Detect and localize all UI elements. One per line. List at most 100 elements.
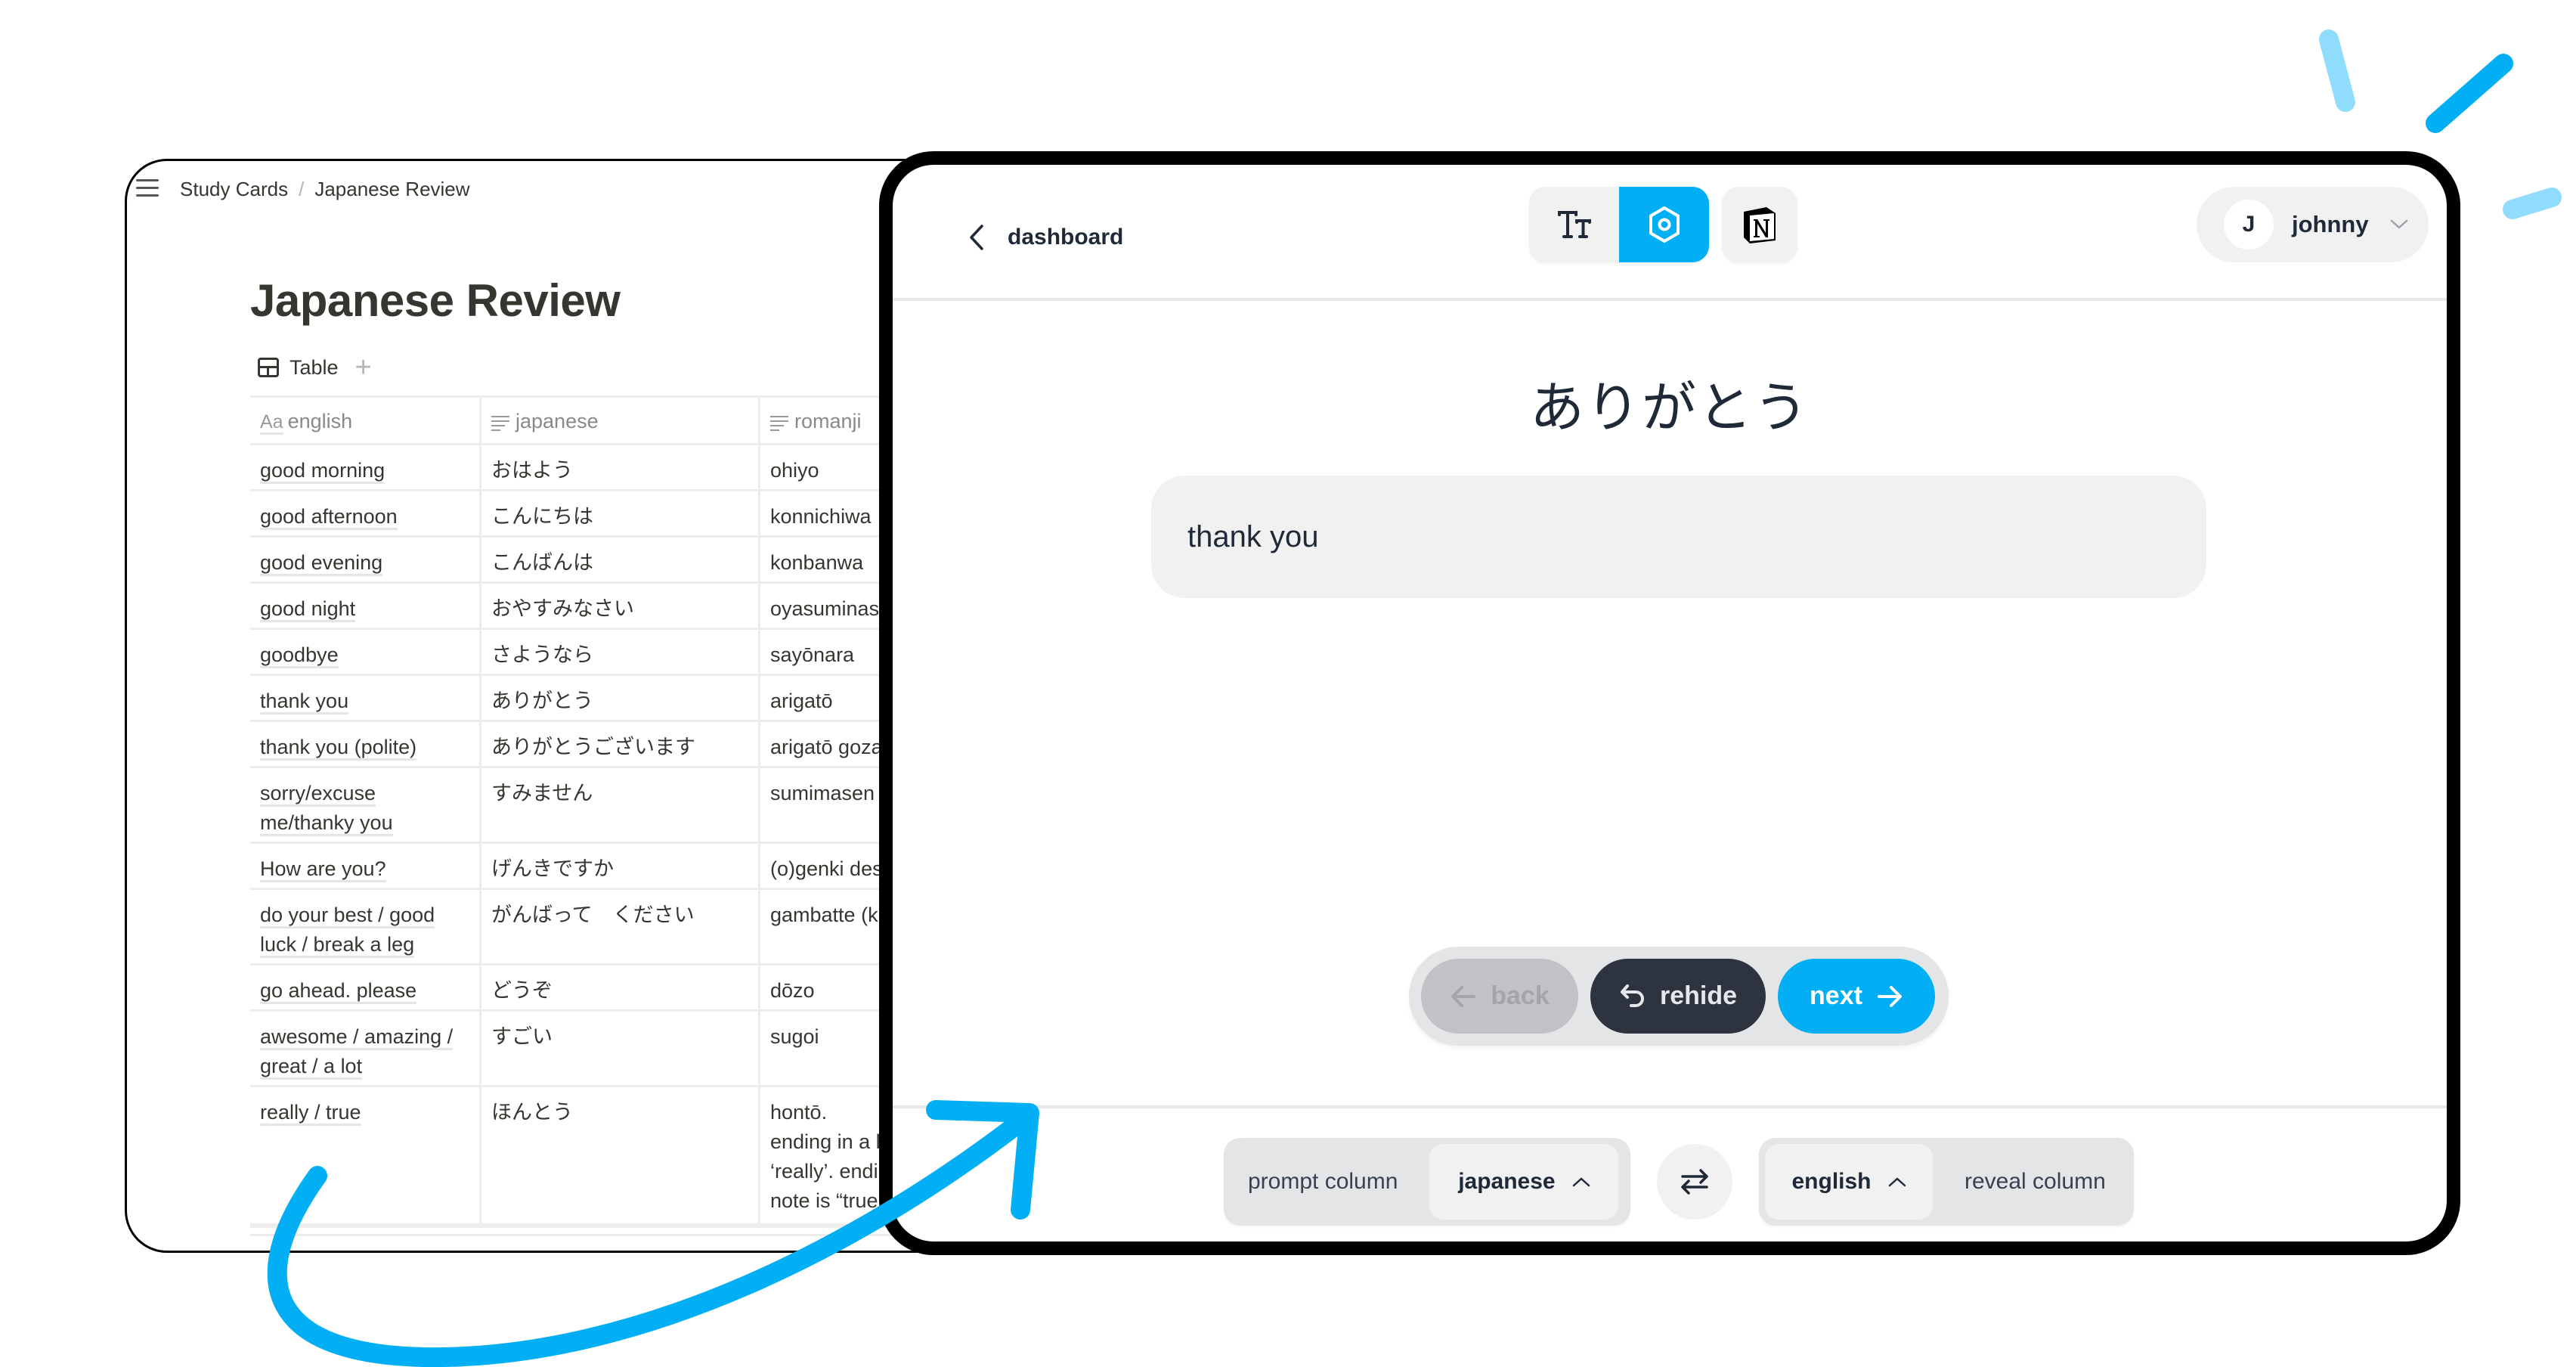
cell-text: awesome / amazing / xyxy=(260,1025,454,1050)
cell-japanese[interactable]: さようなら xyxy=(481,630,760,674)
cell-english[interactable]: goodbye xyxy=(250,630,481,674)
sparkle-line-icon xyxy=(2426,54,2513,133)
dashboard-label: dashboard xyxy=(1008,225,1124,250)
card-navigation: back rehide next xyxy=(1409,947,1949,1046)
cell-text: goodbye xyxy=(260,643,339,668)
card-answer: thank you xyxy=(1151,476,2206,598)
cell-text: really / true xyxy=(260,1101,361,1126)
cell-english[interactable]: go ahead. please xyxy=(250,966,481,1009)
cell-english[interactable]: good afternoon xyxy=(250,491,481,535)
cell-japanese[interactable]: すごい xyxy=(481,1012,760,1085)
cell-text: good morning xyxy=(260,459,385,484)
cell-japanese[interactable]: すみません xyxy=(481,768,760,842)
notion-logo-icon xyxy=(1744,207,1776,243)
cell-japanese[interactable]: がんばって ください xyxy=(481,890,760,963)
cell-japanese[interactable]: ほんとう xyxy=(481,1087,760,1223)
cell-text: How are you? xyxy=(260,857,386,882)
undo-icon xyxy=(1620,984,1644,1007)
prompt-column-group: prompt column japanese xyxy=(1224,1138,1630,1226)
card-answer-text: thank you xyxy=(1187,519,1319,553)
back-button[interactable]: back xyxy=(1421,959,1578,1034)
cell-japanese[interactable]: ありがとうございます xyxy=(481,722,760,766)
swap-columns-button[interactable] xyxy=(1657,1144,1732,1220)
cell-english[interactable]: do your best / good luck / break a leg xyxy=(250,890,481,963)
next-button[interactable]: next xyxy=(1778,959,1935,1034)
app-header: dashboard J johnny xyxy=(893,165,2447,301)
text-lines-icon xyxy=(770,414,788,431)
chevron-up-icon xyxy=(1572,1177,1590,1187)
reveal-column-label: reveal column xyxy=(1965,1169,2106,1194)
rehide-button[interactable]: rehide xyxy=(1590,959,1766,1034)
cell-text: do your best / good xyxy=(260,904,435,928)
dashboard-back-link[interactable]: dashboard xyxy=(968,224,1123,251)
cell-english[interactable]: good night xyxy=(250,584,481,628)
prompt-column-label: prompt column xyxy=(1248,1169,1398,1194)
cell-japanese[interactable]: おやすみなさい xyxy=(481,584,760,628)
cell-english[interactable]: How are you? xyxy=(250,844,481,888)
cell-text: good afternoon xyxy=(260,505,398,530)
hexagon-settings-icon xyxy=(1649,206,1680,243)
cell-text: sorry/excuse xyxy=(260,782,376,807)
reveal-column-select[interactable]: english xyxy=(1765,1144,1933,1220)
column-header-label: romanji xyxy=(794,410,862,432)
column-header-english[interactable]: Aa english xyxy=(250,398,481,443)
column-header-label: english xyxy=(287,410,353,432)
text-size-icon xyxy=(1557,211,1591,238)
cell-english[interactable]: good morning xyxy=(250,445,481,489)
cell-japanese[interactable]: おはよう xyxy=(481,445,760,489)
username: johnny xyxy=(2292,211,2369,237)
text-size-button[interactable] xyxy=(1529,187,1619,262)
table-icon xyxy=(258,358,279,377)
arrow-left-icon xyxy=(1451,985,1476,1007)
cell-text: luck / break a leg xyxy=(260,933,415,958)
cell-text: thank you xyxy=(260,690,349,714)
user-menu[interactable]: J johnny xyxy=(2197,187,2429,262)
cell-english[interactable]: sorry/excuse me/thanky you xyxy=(250,768,481,842)
cell-text: go ahead. please xyxy=(260,979,417,1004)
sparkle-line-icon xyxy=(2319,29,2355,112)
sparkle-line-icon xyxy=(2503,188,2562,219)
cell-text: good night xyxy=(260,597,356,622)
swap-arrows-icon xyxy=(1681,1169,1708,1195)
settings-button[interactable] xyxy=(1619,187,1709,262)
cell-english[interactable]: thank you (polite) xyxy=(250,722,481,766)
view-tabs: Table + xyxy=(258,353,372,382)
breadcrumb-separator: / xyxy=(299,178,305,200)
cell-english[interactable]: awesome / amazing / great / a lot xyxy=(250,1012,481,1085)
cell-japanese[interactable]: ありがとう xyxy=(481,676,760,720)
text-title-icon: Aa xyxy=(260,411,283,435)
chevron-down-icon xyxy=(2390,219,2407,229)
card-prompt: ありがとう xyxy=(1529,376,1810,439)
text-lines-icon xyxy=(491,414,509,431)
cell-text: thank you (polite) xyxy=(260,736,417,761)
column-header-japanese[interactable]: japanese xyxy=(481,398,760,443)
notion-button[interactable] xyxy=(1722,187,1797,262)
cell-english[interactable]: really / true xyxy=(250,1087,481,1223)
rehide-label: rehide xyxy=(1659,981,1738,1010)
cell-english[interactable]: thank you xyxy=(250,676,481,720)
chevron-up-icon xyxy=(1888,1177,1906,1187)
cell-text: me/thanky you xyxy=(260,811,393,836)
prompt-column-select[interactable]: japanese xyxy=(1429,1144,1619,1220)
cell-text: good evening xyxy=(260,551,383,576)
back-label: back xyxy=(1491,981,1550,1010)
footer-divider xyxy=(893,1105,2447,1108)
arrow-right-icon xyxy=(1877,985,1902,1007)
display-mode-toggle xyxy=(1529,187,1709,262)
add-view-button[interactable]: + xyxy=(355,353,372,382)
cell-japanese[interactable]: どうぞ xyxy=(481,966,760,1009)
avatar: J xyxy=(2224,200,2274,250)
cell-japanese[interactable]: こんばんは xyxy=(481,538,760,581)
menu-icon[interactable] xyxy=(136,179,159,199)
chevron-left-icon xyxy=(970,225,983,250)
cell-japanese[interactable]: こんにちは xyxy=(481,491,760,535)
next-label: next xyxy=(1810,981,1862,1010)
cell-english[interactable]: good evening xyxy=(250,538,481,581)
tab-table[interactable]: Table xyxy=(289,356,339,380)
reveal-column-value: english xyxy=(1791,1169,1872,1194)
page-title: Japanese Review xyxy=(250,275,621,326)
cell-japanese[interactable]: げんきですか xyxy=(481,844,760,888)
breadcrumb-item[interactable]: Japanese Review xyxy=(314,178,469,201)
column-header-label: japanese xyxy=(516,410,599,432)
breadcrumb-item[interactable]: Study Cards xyxy=(180,178,288,201)
